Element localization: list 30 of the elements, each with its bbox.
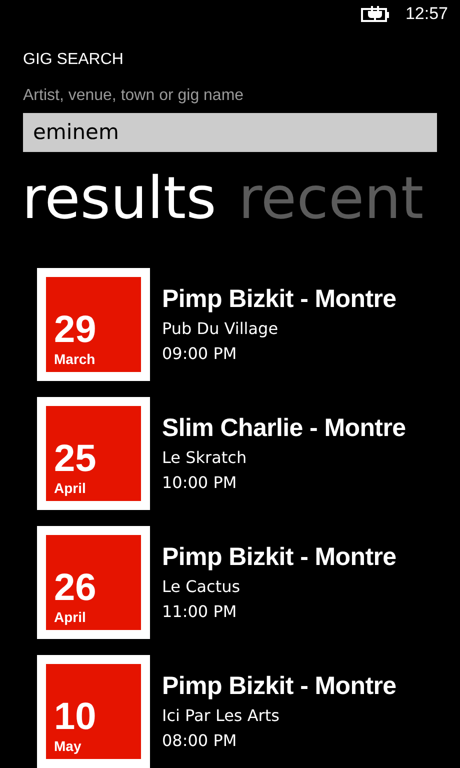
gig-title[interactable]: Pimp Bizkit - Montre [162,282,396,316]
search-label: Artist, venue, town or gig name [23,86,245,105]
date-tile[interactable]: 10 May [37,655,150,768]
date-tile[interactable]: 29 March [37,268,150,381]
date-day: 29 [54,310,141,350]
venue-name: Le Cactus [162,576,242,598]
date-tile[interactable]: 26 April [37,526,150,639]
gig-time: 10:00 PM [162,472,238,494]
date-month: April [54,479,87,497]
gig-title[interactable]: Pimp Bizkit - Montre [162,540,396,574]
battery-charging-icon [361,6,392,22]
date-month: May [54,737,82,755]
search-field[interactable]: eminem [23,112,437,152]
date-day: 26 [54,568,141,608]
gig-time: 09:00 PM [162,343,238,365]
venue-name: Le Skratch [162,447,248,469]
clock-time: 12:57 [405,4,448,24]
date-month: April [54,608,87,626]
gig-title[interactable]: Slim Charlie - Montre [162,411,406,445]
gig-title[interactable]: Pimp Bizkit - Montre [162,669,396,703]
pivot-tab[interactable]: results [22,166,216,230]
date-tile[interactable]: 25 April [37,397,150,510]
gig-time: 11:00 PM [162,601,238,623]
page-title: GIG SEARCH [23,50,124,69]
date-day: 10 [54,697,141,737]
gig-time: 08:00 PM [162,730,238,752]
venue-name: Ici Par Les Arts [162,705,280,727]
date-day: 25 [54,439,141,479]
venue-name: Pub Du Village [162,318,280,340]
date-month: March [54,350,96,368]
